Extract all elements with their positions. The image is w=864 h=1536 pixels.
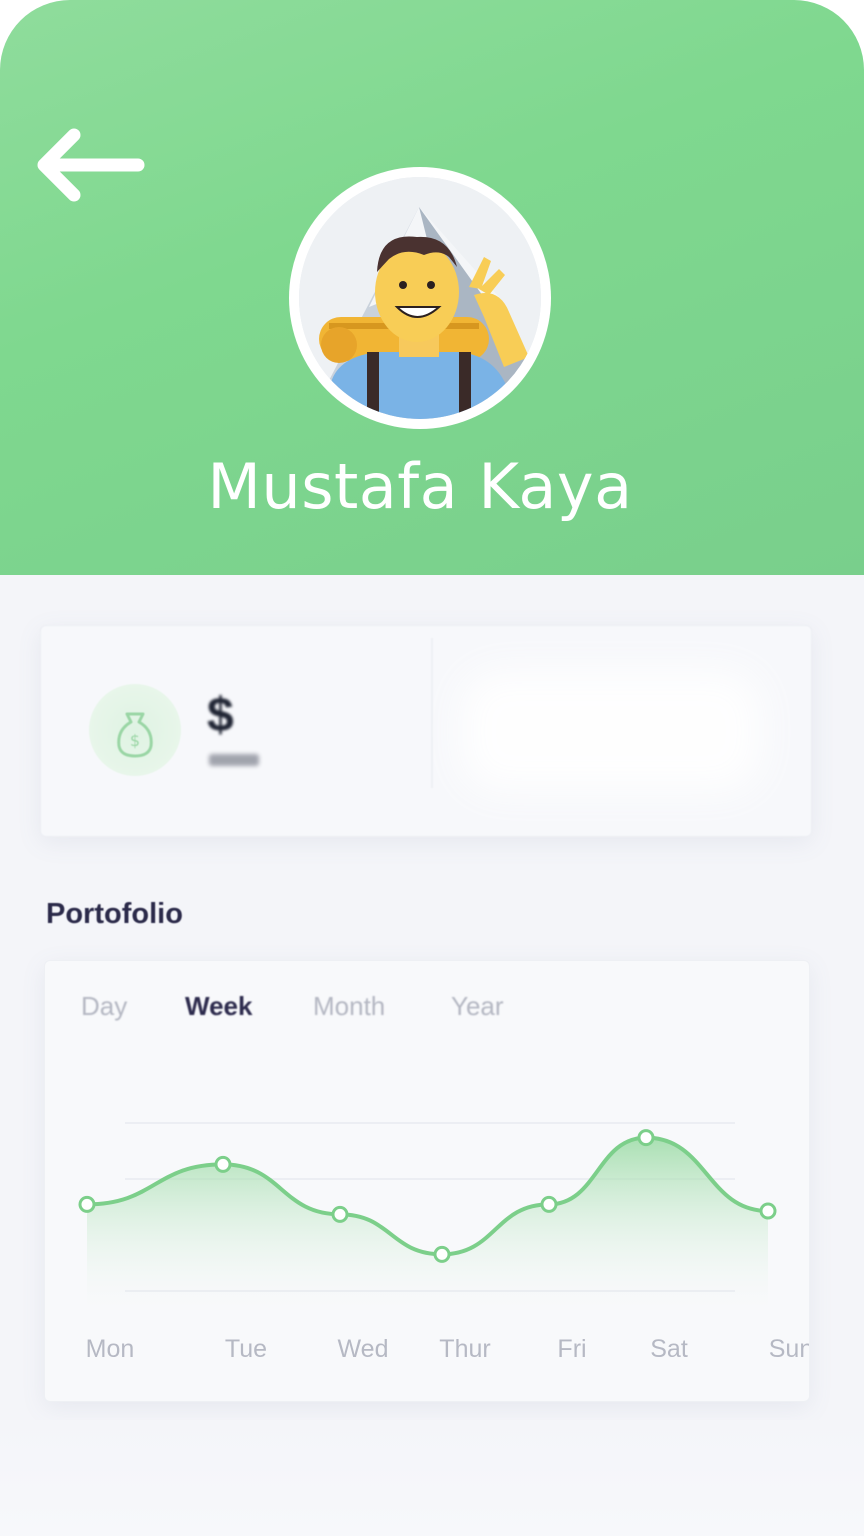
x-tick-label: Sat (650, 1335, 688, 1363)
chart-point-mon[interactable] (78, 1195, 96, 1213)
x-tick-label: Tue (225, 1335, 267, 1363)
secondary-stat (461, 671, 761, 791)
x-tick-label: Fri (557, 1335, 586, 1363)
x-tick-label: Wed (338, 1335, 389, 1363)
chart-point-wed[interactable] (331, 1205, 349, 1223)
avatar (299, 177, 541, 419)
chart-point-tue[interactable] (214, 1155, 232, 1173)
portfolio-chart: Mon Tue Wed Thur Fri Sat Sun (78, 1122, 809, 1363)
stats-card: $ $ (40, 625, 812, 837)
avatar-illustration (299, 177, 541, 419)
x-tick-label: Sun (769, 1335, 809, 1363)
x-tick-label: Thur (439, 1335, 490, 1363)
portfolio-chart-card: Day Week Month Year Mon Tue Wed Thur Fri Sat S… (44, 960, 810, 1402)
back-button[interactable] (34, 125, 146, 207)
profile-header: Mustafa Kaya (0, 0, 864, 575)
portfolio-title: Portofolio (46, 898, 183, 930)
user-name: Mustafa Kaya (207, 450, 633, 523)
balance-caption (209, 754, 259, 766)
arrow-left-icon (37, 128, 145, 202)
x-tick-label: Mon (86, 1335, 135, 1363)
chart-point-fri[interactable] (540, 1195, 558, 1213)
phone-screen: Mustafa Kaya $ $ Portofolio Day Week Mon… (0, 0, 864, 1536)
svg-text:$: $ (130, 731, 140, 750)
avatar-frame[interactable] (289, 167, 551, 429)
chart-point-thur[interactable] (433, 1245, 451, 1263)
chart-point-sat[interactable] (637, 1129, 655, 1147)
bottom-area (0, 1420, 864, 1536)
balance-value: $ (207, 689, 234, 742)
money-bag-icon: $ (89, 684, 181, 776)
chart-area (87, 1137, 768, 1311)
stats-divider (431, 638, 433, 788)
chart-point-sun[interactable] (759, 1202, 777, 1220)
